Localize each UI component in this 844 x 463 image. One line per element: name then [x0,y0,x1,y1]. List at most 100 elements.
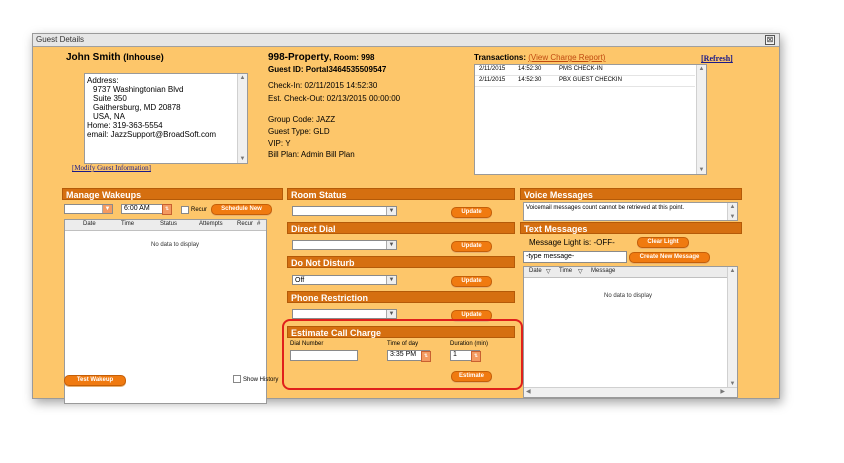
chevron-down-icon[interactable]: ▼ [386,241,396,249]
scroll-down-icon[interactable]: ▼ [238,155,247,163]
address-textarea[interactable]: Address: 9737 Washingtonian Blvd Suite 3… [84,73,248,164]
text-messages-hscroll[interactable]: ◀ ▶ [524,387,737,397]
transaction-time: 14:52:30 [518,66,542,72]
direct-dial-select[interactable] [292,240,397,250]
room-status-header: Room Status [287,188,515,200]
sort-icon[interactable]: ▽ [578,268,583,275]
voice-messages-header: Voice Messages [520,188,742,200]
direct-dial-header: Direct Dial [287,222,515,234]
stepper-icon[interactable]: ⇅ [162,204,172,215]
transactions-header: Transactions: (View Charge Report) [474,53,605,62]
transactions-list[interactable]: 2/11/2015 14:52:30 PMS CHECK-IN 2/11/201… [474,64,707,175]
transaction-row: 2/11/2015 14:52:30 PBX GUEST CHECKIN [475,76,695,87]
guest-details-window: Guest Details ⊠ John Smith (Inhouse) Add… [32,33,780,404]
wakeups-header: Manage Wakeups [62,188,283,200]
dnd-update-button[interactable]: Update [451,276,492,287]
clear-light-button[interactable]: Clear Light [637,237,689,248]
scroll-up-icon[interactable]: ▲ [728,203,737,210]
transaction-desc: PMS CHECK-IN [559,66,603,72]
message-light-status: Message Light is: -OFF- [529,238,615,247]
property-line: 998-Property, Room: 998 [268,52,374,63]
phone-restriction-select[interactable] [292,309,397,319]
text-messages-header: Text Messages [520,222,742,234]
column-header: Date [83,221,96,227]
show-history-label: Show History [243,377,279,383]
phone-restriction-header: Phone Restriction [287,291,515,303]
transaction-time: 14:52:30 [518,77,542,83]
scroll-down-icon[interactable]: ▼ [728,213,737,220]
scroll-left-icon[interactable]: ◀ [526,388,531,395]
create-message-button[interactable]: Create New Message [629,252,710,263]
empty-message: No data to display [151,242,200,248]
column-header: Status [160,221,178,227]
transactions-label: Transactions: [474,53,527,62]
title-bar: Guest Details ⊠ [33,34,779,47]
room-status-update-button[interactable]: Update [451,207,492,218]
address-scrollbar[interactable]: ▲ ▼ [237,74,247,163]
group-code: Group Code: JAZZ [268,115,336,124]
estimate-header: Estimate Call Charge [287,326,515,338]
vip-status: VIP: Y [268,139,291,148]
room-status-select[interactable] [292,206,397,216]
column-header: Recur [237,221,254,227]
refresh-link[interactable]: [Refresh] [701,54,733,63]
empty-message: No data to display [604,293,653,299]
estimate-button[interactable]: Estimate [451,371,492,382]
chevron-down-icon[interactable]: ▼ [386,310,396,318]
dnd-select[interactable]: Off [292,275,397,285]
chevron-down-icon[interactable]: ▼ [386,207,396,215]
scroll-down-icon[interactable]: ▼ [697,166,706,174]
check-out: Est. Check-Out: 02/13/2015 00:00:00 [268,94,401,103]
email-line: email: JazzSupport@BroadSoft.com [87,130,217,139]
text-messages-vscroll[interactable]: ▲ ▼ [727,267,737,388]
text-messages-grid[interactable]: Date ▽ Time ▽ Message No data to display… [523,266,738,398]
column-header: Date [529,268,542,274]
voice-scrollbar[interactable]: ▲ ▼ [727,203,737,220]
transaction-desc: PBX GUEST CHECKIN [559,77,622,83]
scroll-up-icon[interactable]: ▲ [238,74,247,82]
transactions-scrollbar[interactable]: ▲ ▼ [696,65,706,174]
scroll-up-icon[interactable]: ▲ [697,65,706,73]
stepper-icon[interactable]: ⇅ [471,351,481,362]
voice-messages-text: Voicemail messages count cannot be retri… [526,205,685,211]
transaction-row: 2/11/2015 14:52:30 PMS CHECK-IN [475,65,695,76]
test-wakeup-button[interactable]: Test Wakeup [64,375,126,386]
guest-type: Guest Type: GLD [268,127,330,136]
stepper-icon[interactable]: ⇅ [421,351,431,362]
bill-plan: Bill Plan: Admin Bill Plan [268,150,355,159]
window-title: Guest Details [36,35,85,44]
close-icon[interactable]: ⊠ [765,35,775,45]
show-history-checkbox[interactable] [233,375,241,383]
dial-number-input[interactable] [290,350,358,361]
guest-name: John Smith [66,52,121,63]
sort-icon[interactable]: ▽ [546,268,551,275]
guest-name-line: John Smith (Inhouse) [66,52,164,63]
scroll-up-icon[interactable]: ▲ [728,267,737,275]
view-charge-report-link[interactable]: (View Charge Report) [528,53,605,62]
time-of-day-label: Time of day [387,341,419,347]
transaction-date: 2/11/2015 [479,66,506,72]
wakeup-date-select[interactable]: ▼ [64,204,113,214]
room-number: , Room: 998 [329,53,375,62]
duration-label: Duration (min) [450,341,489,347]
column-header: # [257,221,261,227]
schedule-new-button[interactable]: Schedule New [211,204,272,215]
transaction-date: 2/11/2015 [479,77,506,83]
message-input[interactable]: -type message- [523,251,627,263]
chevron-down-icon[interactable]: ▼ [386,276,396,284]
dnd-header: Do Not Disturb [287,256,515,268]
voice-messages-box: Voicemail messages count cannot be retri… [523,202,738,221]
column-header: Time [121,221,135,227]
direct-dial-update-button[interactable]: Update [451,241,492,252]
column-header: Attempts [199,221,223,227]
dial-number-label: Dial Number [290,341,324,347]
column-header: Time [559,268,573,274]
recur-checkbox[interactable] [181,206,189,214]
guest-id: Guest ID: Portal3464535509547 [268,65,387,74]
chevron-down-icon[interactable]: ▼ [102,205,112,213]
modify-guest-link[interactable]: [Modify Guest Information] [72,164,151,172]
property-name: 998-Property [268,52,330,63]
text-messages-grid-header: Date ▽ Time ▽ Message [524,267,728,278]
scroll-right-icon[interactable]: ▶ [720,388,725,395]
wakeups-grid-header: Date Time Status Attempts Recur # [65,220,266,231]
